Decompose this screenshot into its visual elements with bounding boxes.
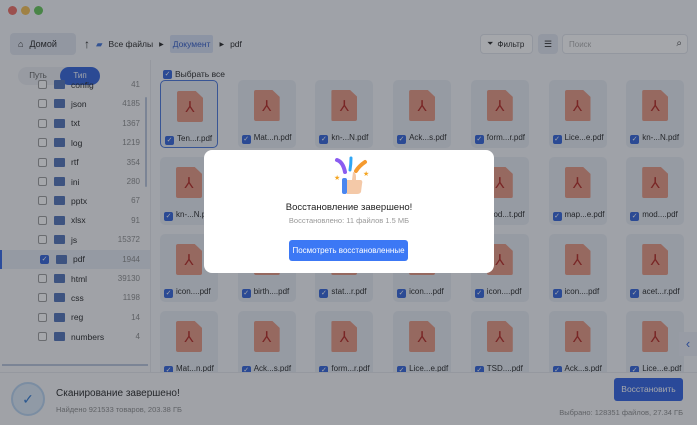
view-recovered-button[interactable]: Посмотреть восстановленные bbox=[289, 240, 408, 261]
dialog-subtitle: Восстановлено: 11 файлов 1.5 МБ bbox=[288, 216, 410, 225]
svg-text:★: ★ bbox=[363, 170, 369, 178]
dialog-title: Восстановление завершено! bbox=[285, 202, 413, 213]
thumbs-up-icon: ★★ bbox=[334, 156, 369, 194]
svg-text:★: ★ bbox=[334, 174, 340, 182]
recovery-complete-dialog: ★ ★ Восстановление завершено! Восстановле… bbox=[204, 150, 494, 273]
